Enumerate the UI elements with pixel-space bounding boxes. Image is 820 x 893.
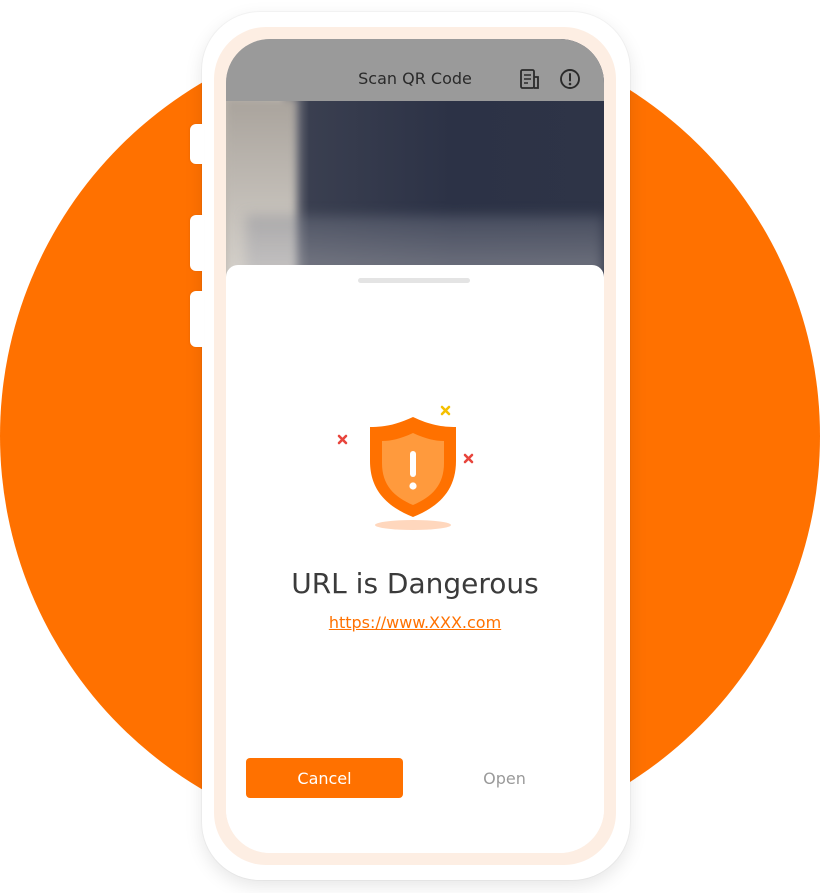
app-header: Scan QR Code (226, 39, 604, 101)
phone-screen: Scan QR Code URL is Dangerous https://ww… (226, 39, 604, 853)
info-icon[interactable] (559, 68, 581, 90)
scan-result-sheet: URL is Dangerous https://www.XXX.com Can… (226, 265, 604, 853)
phone-side-button (190, 291, 204, 347)
history-list-icon[interactable] (519, 68, 541, 90)
sheet-drag-handle[interactable] (358, 278, 470, 283)
warning-shield-icon (337, 405, 474, 530)
open-button[interactable]: Open (426, 758, 583, 798)
cancel-button[interactable]: Cancel (246, 758, 403, 798)
phone-side-button (190, 124, 204, 164)
result-title: URL is Dangerous (291, 567, 539, 600)
warning-cross-icon (440, 405, 451, 416)
phone-side-button (190, 215, 204, 271)
scanned-url-link[interactable]: https://www.XXX.com (226, 613, 604, 632)
danger-cross-icon (463, 453, 474, 464)
page-title: Scan QR Code (358, 69, 472, 88)
danger-cross-icon (337, 434, 348, 445)
